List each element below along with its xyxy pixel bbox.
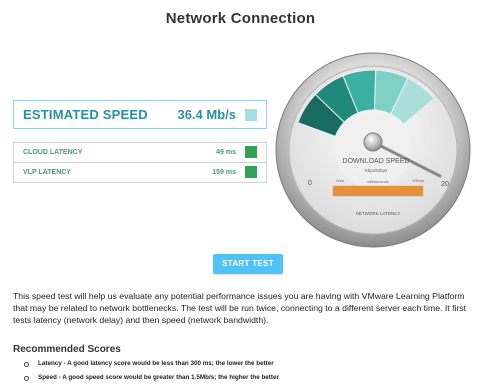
gauge-scale-max: 20	[441, 181, 449, 188]
recommended-scores-title: Recommended Scores	[13, 344, 121, 355]
list-item: Speed - A good speed score would be grea…	[24, 371, 279, 385]
cloud-latency-row: CLOUD LATENCY 49 ms	[14, 143, 266, 162]
gauge-scale-min: 0	[308, 180, 312, 187]
latency-panel: CLOUD LATENCY 49 ms VLP LATENCY 159 ms	[13, 142, 267, 183]
bullet-icon	[24, 362, 29, 367]
estimated-speed-panel: ESTIMATED SPEED 36.4 Mb/s	[13, 100, 267, 129]
start-test-button[interactable]: START TEST	[213, 254, 283, 274]
gauge-title: DOWNLOAD SPEED	[343, 158, 410, 165]
vlp-latency-swatch	[245, 166, 257, 178]
description-text: This speed test will help us evaluate an…	[13, 291, 467, 325]
cloud-latency-value: 49 ms	[216, 149, 236, 156]
latency-mid-label: milliseconds	[367, 179, 389, 184]
estimated-speed-swatch	[245, 109, 257, 121]
recommended-scores-list: Latency - A good latency score would be …	[24, 357, 279, 385]
vlp-latency-row: VLP LATENCY 159 ms	[14, 162, 266, 182]
recommended-item-speed: Speed - A good speed score would be grea…	[38, 374, 279, 381]
latency-caption: NETWORK LATENCY	[356, 211, 401, 216]
cloud-latency-swatch	[245, 146, 257, 158]
gauge-hub	[363, 132, 383, 152]
vlp-latency-label: VLP LATENCY	[23, 169, 71, 176]
latency-min-label: 0ms	[336, 178, 344, 183]
gauge-units: Kbps/Mbps	[365, 168, 388, 173]
estimated-speed-label: ESTIMATED SPEED	[23, 107, 148, 122]
latency-max-label: 100ms	[412, 178, 424, 183]
speed-gauge: DOWNLOAD SPEED Kbps/Mbps 0 20 0ms 100ms …	[275, 52, 471, 248]
estimated-speed-value: 36.4 Mb/s	[177, 107, 236, 122]
bullet-icon	[24, 376, 29, 381]
page-title: Network Connection	[165, 10, 316, 27]
recommended-item-latency: Latency - A good latency score would be …	[38, 360, 274, 367]
vlp-latency-value: 159 ms	[212, 169, 236, 176]
latency-bar-fill	[333, 186, 423, 196]
list-item: Latency - A good latency score would be …	[24, 357, 279, 371]
cloud-latency-label: CLOUD LATENCY	[23, 149, 83, 156]
